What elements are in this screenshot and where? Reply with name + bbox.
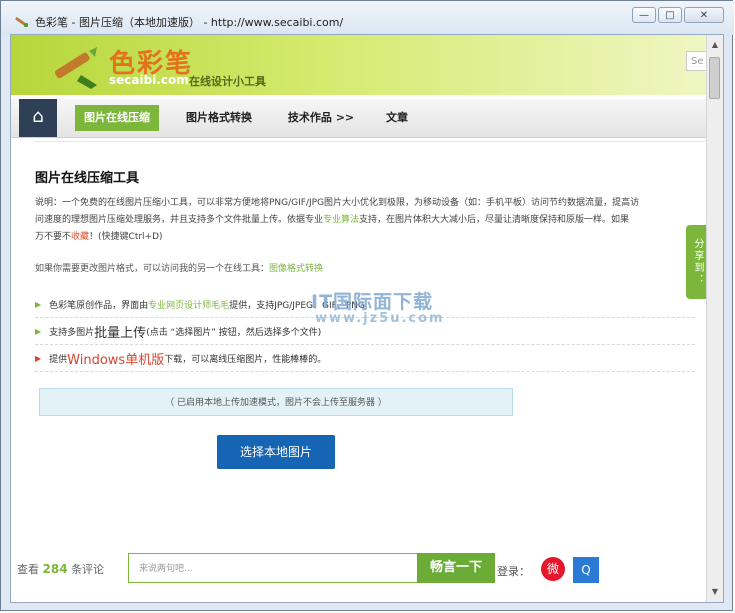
nav-item-compress[interactable]: 图片在线压缩: [75, 105, 159, 131]
intro-2b: 支持，在图片体积大大减小后，尽量让清晰度保持和原版一样。如果: [359, 215, 630, 225]
feature-2-post: (点击 “选择图片” 按钮，然后选择多个文件): [146, 327, 322, 338]
site-header: 色彩笔 secaibi.com 在线设计小工具 Se: [11, 35, 716, 95]
designer-link[interactable]: 专业网页设计师毛毛: [148, 298, 229, 311]
page-content: 色彩笔 secaibi.com 在线设计小工具 Se ⌂ 图片在线压缩 图片格式…: [10, 34, 724, 603]
intro-text: 说明：一个免费的在线图片压缩小工具，可以非常方便地将PNG/GIF/JPG图片大…: [35, 195, 723, 246]
qq-icon[interactable]: Q: [573, 557, 599, 583]
close-button[interactable]: ✕: [684, 7, 724, 23]
divider: [35, 141, 708, 142]
nav-item-works[interactable]: 技术作品 >>: [281, 99, 361, 137]
watermark-url: www.jz5u.com: [315, 311, 445, 326]
format-convert-link[interactable]: 图像格式转换: [269, 264, 323, 274]
feature-item: ▶ 提供 Windows单机版 下载，可以离线压缩图片，性能棒棒的。: [35, 345, 695, 372]
comment-input[interactable]: 来说两句吧...: [128, 553, 418, 583]
intro-line-3: 万不要不收藏！(快捷键Ctrl+D): [35, 229, 723, 246]
maximize-button[interactable]: □: [658, 7, 682, 23]
recommend-label: 如果你需要更改图片格式，可以访问我的另一个在线工具：: [35, 264, 270, 274]
home-icon[interactable]: ⌂: [19, 99, 57, 137]
recommend-text: 如果你需要更改图片格式，可以访问我的另一个在线工具：图像格式转换: [35, 261, 323, 274]
intro-2a: 问速度的理想图片压缩处理服务，并且支持多个文件批量上传。依据专业: [35, 215, 324, 225]
comment-bar: 查看 284 条评论 来说两句吧... 畅言一下 登录： 微 Q: [11, 551, 708, 587]
login-label: 登录：: [497, 565, 530, 578]
bullet-icon: ▶: [35, 326, 42, 336]
select-local-image-button[interactable]: 选择本地图片: [217, 435, 335, 469]
nav-item-convert[interactable]: 图片格式转换: [177, 99, 261, 137]
scroll-thumb[interactable]: [709, 57, 720, 99]
window-controls: — □ ✕: [632, 7, 724, 23]
browser-window: 色彩笔 - 图片压缩（本地加速版） - http://www.secaibi.c…: [0, 0, 734, 611]
scroll-up-icon[interactable]: ▲: [709, 39, 721, 51]
windows-version-link[interactable]: Windows单机版: [67, 349, 164, 368]
brush-icon: [15, 17, 28, 27]
bullet-icon: ▶: [35, 299, 42, 309]
scroll-down-icon[interactable]: ▼: [709, 586, 721, 598]
comment-submit-button[interactable]: 畅言一下: [417, 553, 495, 583]
comment-count[interactable]: 查看 284 条评论: [17, 561, 104, 577]
weibo-icon[interactable]: 微: [541, 557, 565, 581]
page-title: 图片在线压缩工具: [35, 171, 140, 186]
local-mode-notice: （ 已启用本地上传加速模式，图片不会上传至服务器 ）: [39, 388, 513, 416]
logo-brush-icon: [54, 47, 97, 89]
window-title: 色彩笔 - 图片压缩（本地加速版） - http://www.secaibi.c…: [35, 16, 344, 29]
vertical-scrollbar[interactable]: ▲ ▼: [706, 35, 723, 602]
main-nav: ⌂ 图片在线压缩 图片格式转换 技术作品 >> 文章: [11, 99, 708, 138]
algorithm-link[interactable]: 专业算法: [323, 215, 359, 225]
title-bar: 色彩笔 - 图片压缩（本地加速版） - http://www.secaibi.c…: [1, 1, 734, 35]
bookmark-link[interactable]: 收藏: [71, 232, 89, 242]
intro-3b: ！(快捷键Ctrl+D): [89, 232, 163, 242]
intro-line-2: 问速度的理想图片压缩处理服务，并且支持多个文件批量上传。依据专业专业算法支持，在…: [35, 212, 723, 229]
nav-item-articles[interactable]: 文章: [377, 99, 417, 137]
comment-count-post: 条评论: [71, 563, 105, 576]
watermark-main: IT国际面下载: [311, 291, 434, 313]
feature-2-pre: 支持多图片: [49, 327, 95, 338]
intro-line-1: 说明：一个免费的在线图片压缩小工具，可以非常方便地将PNG/GIF/JPG图片大…: [35, 198, 640, 208]
feature-3-pre: 提供: [49, 354, 68, 365]
feature-3-post: 下载，可以离线压缩图片，性能棒棒的。: [164, 354, 327, 365]
comment-count-number: 284: [42, 562, 68, 576]
minimize-button[interactable]: —: [632, 7, 656, 23]
intro-3a: 万不要不: [35, 232, 72, 242]
bullet-icon: ▶: [35, 353, 42, 363]
share-tab[interactable]: 分享到：: [686, 225, 708, 299]
batch-upload-text: 批量上传: [94, 325, 147, 341]
site-slogan: 在线设计小工具: [189, 75, 266, 88]
watermark: IT国际面下载 www.jz5u.com: [311, 287, 471, 331]
comment-count-pre: 查看: [17, 563, 39, 576]
feature-1-pre: 色彩笔原创作品，界面由: [49, 300, 149, 311]
logo-domain: secaibi.com: [109, 73, 189, 87]
